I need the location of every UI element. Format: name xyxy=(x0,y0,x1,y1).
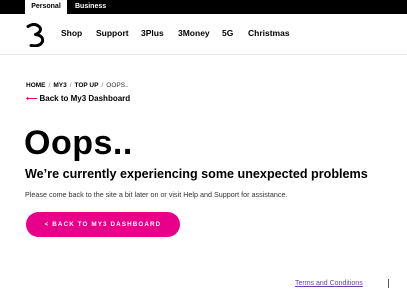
breadcrumb: HOME / MY3/TOP UP / OOPS.. xyxy=(26,82,129,89)
tab-personal[interactable]: Personal xyxy=(25,0,67,14)
footer-divider xyxy=(388,279,389,288)
breadcrumb-separator: / xyxy=(69,82,72,89)
tab-business[interactable]: Business xyxy=(75,0,106,14)
breadcrumb-my3[interactable]: MY3 xyxy=(53,82,66,89)
back-to-dashboard-button[interactable]: < BACK TO MY3 DASHBOARD xyxy=(26,212,180,237)
back-link-label: Back to My3 Dashboard xyxy=(39,94,131,103)
error-description: Please come back to the site a bit later… xyxy=(25,190,288,199)
error-subtitle: We’re currently experiencing some unexpe… xyxy=(25,167,368,181)
nav-item-support[interactable]: Support xyxy=(96,28,129,38)
breadcrumb-separator: / xyxy=(101,82,104,89)
nav-item-3plus[interactable]: 3Plus xyxy=(141,28,164,38)
segment-bar: Personal Business xyxy=(0,0,407,14)
three-logo-icon[interactable] xyxy=(25,23,45,48)
back-to-dashboard-link[interactable]: ⟵ Back to My3 Dashboard xyxy=(26,94,130,103)
breadcrumb-separator: / xyxy=(48,82,51,89)
nav-item-3money[interactable]: 3Money xyxy=(178,28,210,38)
arrow-left-icon: ⟵ xyxy=(26,94,38,103)
nav-item-shop[interactable]: Shop xyxy=(61,28,82,38)
breadcrumb-home[interactable]: HOME xyxy=(26,82,46,89)
main-nav: Shop Support 3Plus 3Money 5G Christmas xyxy=(0,14,407,55)
breadcrumb-current: OOPS.. xyxy=(106,82,129,89)
page-title: Oops.. xyxy=(24,124,133,162)
nav-item-christmas[interactable]: Christmas xyxy=(248,28,290,38)
terms-link[interactable]: Terms and Conditions xyxy=(295,280,363,287)
nav-item-5g[interactable]: 5G xyxy=(222,28,233,38)
breadcrumb-top-up[interactable]: TOP UP xyxy=(75,82,99,89)
